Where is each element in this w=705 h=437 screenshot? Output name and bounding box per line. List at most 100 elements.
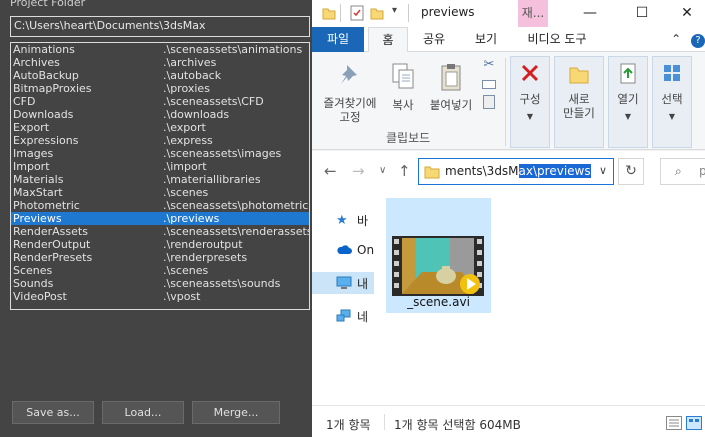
- paste-label: 붙여넣기: [429, 98, 473, 112]
- large-icons-view-icon[interactable]: [686, 416, 702, 430]
- copy-label: 복사: [392, 98, 414, 112]
- folder-row[interactable]: MaxStart .\scenes: [11, 186, 309, 199]
- new-folder-quick-icon[interactable]: [370, 5, 384, 21]
- folder-path: .\proxies: [163, 82, 210, 95]
- folder-row[interactable]: VideoPost .\vpost: [11, 290, 309, 303]
- window-title: previews: [421, 5, 475, 19]
- folder-name: Previews: [13, 212, 62, 225]
- tab-file[interactable]: 파일: [312, 27, 364, 52]
- folder-name: RenderOutput: [13, 238, 91, 251]
- paste-shortcut-icon[interactable]: [483, 95, 495, 109]
- properties-icon[interactable]: [350, 5, 364, 21]
- folder-row[interactable]: RenderOutput .\renderoutput: [11, 238, 309, 251]
- cut-icon[interactable]: ✂: [478, 58, 500, 78]
- folder-name: Scenes: [13, 264, 53, 277]
- save-as-button[interactable]: Save as...: [12, 401, 94, 424]
- folder-row[interactable]: CFD .\sceneassets\CFD: [11, 95, 309, 108]
- selection-info: 1개 항목 선택함 604MB: [394, 418, 521, 432]
- folder-name: AutoBackup: [13, 69, 79, 82]
- folder-row[interactable]: Animations .\sceneassets\animations: [11, 43, 309, 56]
- folder-row[interactable]: BitmapProxies .\proxies: [11, 82, 309, 95]
- dialog-title: Project Folder: [10, 0, 86, 9]
- folder-path: .\sceneassets\CFD: [163, 95, 264, 108]
- video-tools-context-tab[interactable]: 재...: [518, 0, 548, 27]
- organize-button[interactable]: 구성 ▼: [510, 62, 550, 124]
- tab-video-tools[interactable]: 비디오 도구: [516, 27, 598, 52]
- up-arrow-icon[interactable]: ↑: [398, 162, 411, 180]
- folder-row[interactable]: Previews .\previews: [11, 212, 309, 225]
- address-bar: ← → ∨ ↑ ments\3dsMax\previews ∨ ↻ ⌕ p: [312, 151, 705, 191]
- folder-path: .\renderoutput: [163, 238, 243, 251]
- quick-access-dropdown-icon[interactable]: ▾: [392, 5, 397, 16]
- organize-label: 구성: [519, 92, 541, 106]
- refresh-icon[interactable]: ↻: [618, 158, 644, 185]
- pin-icon: [341, 65, 357, 84]
- folder-path: .\vpost: [163, 290, 201, 303]
- folder-row[interactable]: Export .\export: [11, 121, 309, 134]
- folder-path: .\previews: [163, 212, 220, 225]
- folder-name: Import: [13, 160, 50, 173]
- address-dropdown-icon[interactable]: ∨: [599, 164, 607, 177]
- folder-row[interactable]: Downloads .\downloads: [11, 108, 309, 121]
- folder-path: .\sceneassets\renderassets: [163, 225, 310, 238]
- folder-row[interactable]: Scenes .\scenes: [11, 264, 309, 277]
- folder-path: .\materiallibraries: [163, 173, 261, 186]
- file-item[interactable]: _scene.avi: [386, 198, 491, 313]
- ribbon-tabs: 파일 홈 공유 보기 비디오 도구 ⌃ ?: [312, 27, 705, 53]
- folder-row[interactable]: Expressions .\express: [11, 134, 309, 147]
- close-button[interactable]: ✕: [664, 0, 705, 27]
- forward-arrow-icon[interactable]: →: [352, 162, 365, 180]
- project-path-field[interactable]: C:\Users\heart\Documents\3dsMax: [10, 16, 310, 37]
- select-dropdown-icon: ▼: [668, 112, 676, 121]
- select-button[interactable]: 선택 ▼: [652, 62, 692, 124]
- open-properties-icon: [620, 63, 636, 84]
- paste-button[interactable]: 붙여넣기: [424, 62, 478, 112]
- minimize-button[interactable]: —: [567, 0, 613, 27]
- pin-quick-access-button[interactable]: 즐겨찾기에 고정: [318, 62, 382, 124]
- folder-path: .\sceneassets\images: [163, 147, 282, 160]
- folder-name: RenderPresets: [13, 251, 93, 264]
- folder-row[interactable]: Import .\import: [11, 160, 309, 173]
- details-view-icon[interactable]: [666, 416, 682, 430]
- ribbon-home: 즐겨찾기에 고정 복사 붙여넣기 ✂ 클립보드 구성 ▼ 새로 만들기 열기 ▼…: [312, 52, 705, 150]
- folder-row[interactable]: Images .\sceneassets\images: [11, 147, 309, 160]
- nav-item-quick-access[interactable]: ★ 바: [312, 209, 374, 231]
- copy-path-icon[interactable]: [482, 80, 496, 89]
- search-icon: ⌕: [675, 164, 682, 178]
- load-button[interactable]: Load...: [102, 401, 184, 424]
- select-label: 선택: [661, 92, 683, 106]
- folder-row[interactable]: Archives .\archives: [11, 56, 309, 69]
- folder-name: Images: [13, 147, 54, 160]
- new-folder-button[interactable]: 새로 만들기: [554, 62, 604, 120]
- folder-path: .\renderpresets: [163, 251, 248, 264]
- maximize-button[interactable]: ☐: [619, 0, 665, 27]
- back-arrow-icon[interactable]: ←: [324, 162, 337, 180]
- delete-icon: [521, 64, 539, 82]
- folder-row[interactable]: AutoBackup .\autoback: [11, 69, 309, 82]
- search-box[interactable]: ⌕ p: [660, 158, 705, 185]
- recent-locations-icon[interactable]: ∨: [379, 165, 386, 176]
- paste-icon: [441, 64, 461, 91]
- nav-item-this-pc[interactable]: 내: [312, 272, 374, 294]
- tab-home[interactable]: 홈: [368, 27, 408, 53]
- folder-row[interactable]: Sounds .\sceneassets\sounds: [11, 277, 309, 290]
- folder-row[interactable]: Photometric .\sceneassets\photometric: [11, 199, 309, 212]
- folder-list[interactable]: Animations .\sceneassets\animations Archiv…: [10, 42, 310, 310]
- ribbon-collapse-icon[interactable]: ⌃: [671, 32, 681, 46]
- nav-item-network[interactable]: 네: [312, 305, 374, 327]
- tab-share[interactable]: 공유: [412, 27, 456, 52]
- folder-row[interactable]: RenderAssets .\sceneassets\renderassets: [11, 225, 309, 238]
- help-icon[interactable]: ?: [691, 34, 705, 48]
- address-field[interactable]: ments\3dsMax\previews ∨: [418, 158, 614, 185]
- folder-row[interactable]: RenderPresets .\renderpresets: [11, 251, 309, 264]
- folder-name: BitmapProxies: [13, 82, 92, 95]
- folder-name: VideoPost: [13, 290, 67, 303]
- copy-button[interactable]: 복사: [384, 62, 422, 112]
- folder-name: Materials: [13, 173, 64, 186]
- merge-button[interactable]: Merge...: [192, 401, 280, 424]
- folder-row[interactable]: Materials .\materiallibraries: [11, 173, 309, 186]
- open-button[interactable]: 열기 ▼: [608, 62, 648, 124]
- nav-item-onedrive[interactable]: On: [312, 240, 374, 262]
- nav-label: 네: [357, 310, 369, 324]
- tab-view[interactable]: 보기: [464, 27, 508, 52]
